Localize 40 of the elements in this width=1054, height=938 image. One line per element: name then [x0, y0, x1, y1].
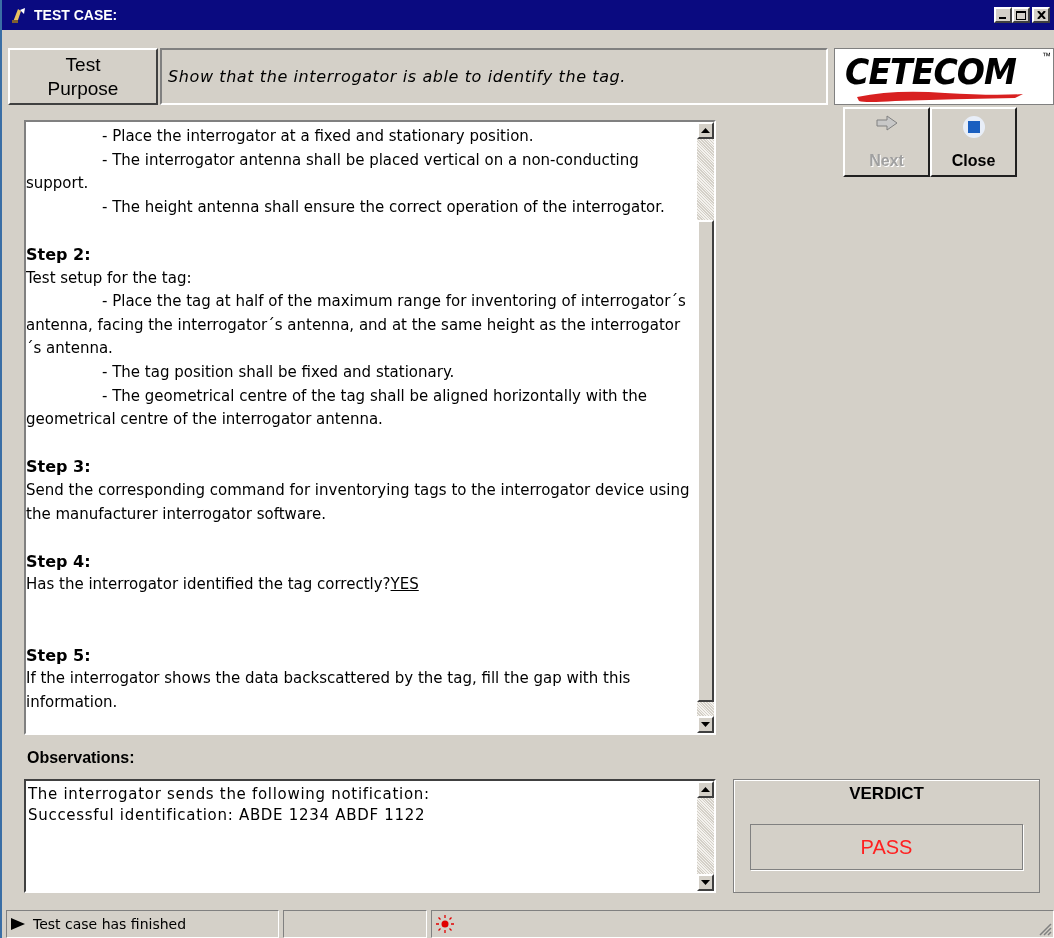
maximize-button[interactable]	[1012, 7, 1030, 23]
maximize-icon	[1016, 10, 1026, 20]
status-message: Test case has finished	[33, 916, 187, 932]
step-instruction: - The geometrical centre of the tag shall be aligned horizontally with the geometrical centre of the interrogator antenna.	[26, 385, 648, 431]
step-text: If the interrogator shows the data backscattered by the tag, fill the gap with this information.	[26, 668, 632, 714]
step-instruction: - The interrogator antenna shall be placed vertical on a non-conducting support.	[26, 149, 640, 195]
stop-icon	[961, 115, 986, 139]
resize-grip-icon[interactable]	[1039, 923, 1052, 936]
step-instruction: - Place the interrogator at a fixed and stationary position.	[101, 126, 535, 147]
logo-text: CETECOM	[845, 53, 1017, 91]
observations-label: Observations:	[27, 749, 136, 768]
window-title: TEST CASE:	[34, 7, 119, 23]
close-icon	[1036, 11, 1046, 19]
app-icon	[10, 6, 28, 24]
verdict-label: VERDICT	[849, 784, 924, 804]
scroll-up-icon[interactable]	[701, 128, 710, 133]
scrollbar[interactable]	[697, 122, 714, 733]
step-question: Has the interrogator identified the tag correctly?	[26, 575, 391, 594]
test-purpose-text: Show that the interrogator is able to identify the tag.	[160, 48, 828, 105]
step-heading: Step 3:	[26, 456, 92, 479]
step-heading: Step 4:	[26, 550, 92, 573]
minimize-button[interactable]	[994, 7, 1012, 23]
step-instruction: - Place the tag at half of the maximum range for inventoring of interrogator´s antenna, facing the interrogator´s antenna, and at the same height as the interrogator´s antenna.	[26, 291, 687, 360]
scroll-down-icon[interactable]	[701, 722, 710, 727]
sun-icon	[436, 915, 454, 933]
step-text: Send the corresponding command for inventorying tags to the interrogator device using the manufacturer interrogator software.	[26, 479, 691, 525]
answer-link[interactable]: YES	[390, 575, 419, 594]
arrow-icon	[875, 115, 898, 131]
verdict-value: PASS	[750, 824, 1023, 870]
step-heading: Step 5:	[26, 644, 92, 667]
play-icon	[11, 918, 25, 930]
trademark-mark: ™	[1042, 51, 1051, 61]
close-button[interactable]	[1032, 7, 1050, 23]
step-heading: Step 2:	[26, 243, 92, 266]
scroll-thumb[interactable]	[697, 220, 714, 702]
close-button[interactable]: Close	[930, 107, 1017, 177]
step-instruction: - The tag position shall be fixed and stationary.	[101, 361, 456, 383]
test-purpose-label: Test Purpose	[8, 48, 158, 105]
step-text: Test setup for the tag:	[26, 267, 193, 289]
step-instruction: - The height antenna shall ensure the correct operation of the interrogator.	[101, 196, 666, 218]
